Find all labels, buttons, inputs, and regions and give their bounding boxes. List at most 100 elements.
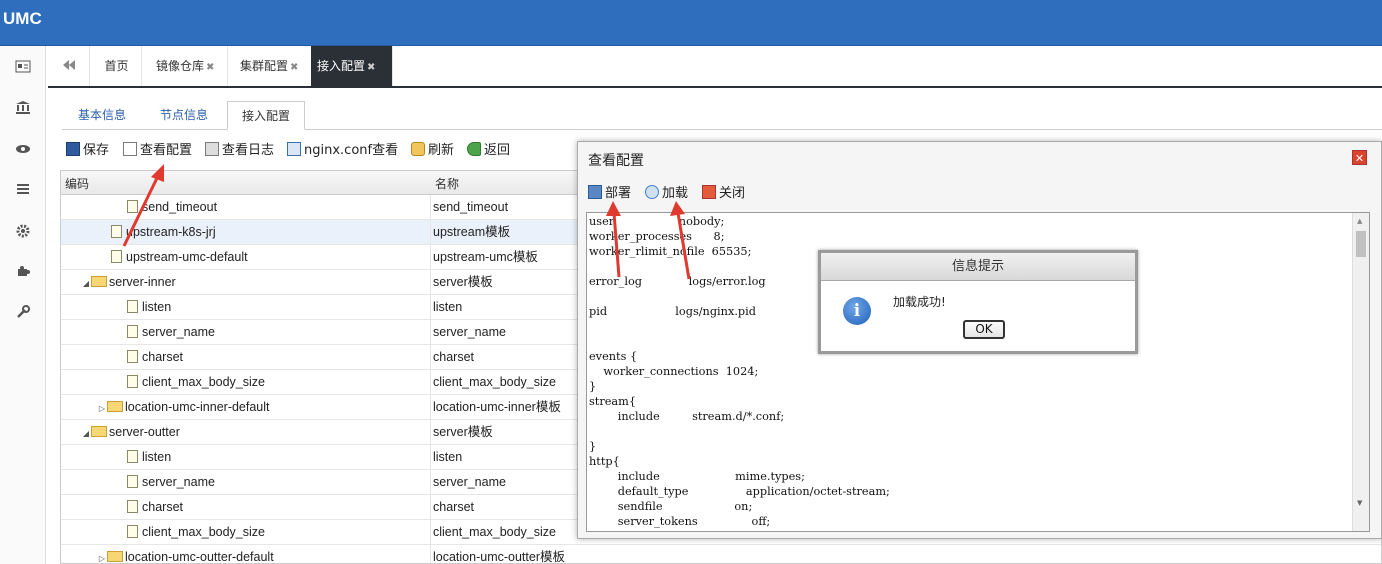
close-label: 关闭: [719, 186, 746, 201]
back-button[interactable]: 返回: [467, 140, 510, 162]
table-row[interactable]: ▷ location-umc-outter-default location-umc…: [61, 545, 1381, 564]
view-log-label: 查看日志: [222, 143, 275, 158]
gear-icon[interactable]: [14, 224, 32, 242]
code-cell: client_max_body_size: [61, 520, 431, 544]
file-icon: [127, 375, 138, 388]
code-cell: listen: [61, 295, 431, 319]
code-cell: ▷ location-umc-outter-default: [61, 545, 431, 564]
code-text: upstream-umc-default: [126, 250, 248, 264]
tab-cluster-config[interactable]: 集群配置 ✖: [234, 46, 312, 86]
name-cell: charset: [433, 500, 474, 514]
column-header-code: 编码: [65, 177, 90, 191]
tab-home[interactable]: 首页: [92, 46, 142, 86]
deploy-button[interactable]: 部署: [588, 184, 631, 204]
file-icon: [127, 450, 138, 463]
code-text: location-umc-inner-default: [125, 400, 270, 414]
subtab-access-config[interactable]: 接入配置: [227, 101, 305, 130]
app-logo: UMC: [3, 9, 42, 28]
file-icon: [127, 475, 138, 488]
log-icon: [205, 142, 219, 156]
refresh-button[interactable]: 刷新: [411, 140, 454, 162]
eye-icon[interactable]: [14, 141, 32, 159]
tab-bar: 首页 镜像仓库 ✖ 集群配置 ✖ 接入配置 ✖: [48, 46, 1382, 88]
close-icon[interactable]: ✖: [206, 62, 214, 73]
file-icon: [127, 525, 138, 538]
code-text: charset: [142, 350, 183, 364]
code-text: upstream-k8s-jrj: [126, 225, 216, 239]
list-icon[interactable]: [14, 182, 32, 200]
name-cell: server_name: [433, 475, 506, 489]
tab-label: 首页: [104, 59, 129, 73]
name-cell: server模板: [433, 425, 493, 439]
deploy-label: 部署: [605, 186, 632, 201]
code-text: server_name: [142, 475, 215, 489]
ok-button[interactable]: OK: [963, 320, 1005, 339]
code-cell: send_timeout: [61, 195, 431, 219]
subtab-node-info[interactable]: 节点信息: [148, 101, 220, 130]
scroll-down-icon[interactable]: ▼: [1357, 499, 1362, 507]
name-cell: listen: [433, 450, 463, 464]
nginx-conf-view-button[interactable]: nginx.conf查看: [287, 140, 398, 162]
code-text: server-outter: [109, 425, 180, 439]
code-text: server-inner: [109, 275, 176, 289]
code-cell: charset: [61, 345, 431, 369]
code-cell: listen: [61, 445, 431, 469]
name-cell: charset: [433, 350, 474, 364]
view-config-button[interactable]: 查看配置: [123, 140, 192, 162]
nginx-conf-label: nginx.conf查看: [304, 143, 399, 158]
code-text: listen: [142, 450, 172, 464]
subtab-basic-info[interactable]: 基本信息: [66, 101, 138, 130]
id-card-icon[interactable]: [14, 60, 32, 78]
name-cell: client_max_body_size: [433, 375, 556, 389]
name-cell: location-umc-inner模板: [433, 400, 561, 414]
left-nav: [0, 46, 46, 564]
expand-right-icon[interactable]: ▷: [97, 397, 107, 421]
file-icon: [127, 200, 138, 213]
code-cell: server_name: [61, 470, 431, 494]
close-icon[interactable]: ✖: [290, 62, 298, 73]
wrench-icon[interactable]: [14, 305, 32, 323]
folder-icon: [91, 426, 107, 437]
code-cell: server_name: [61, 320, 431, 344]
code-text: location-umc-outter-default: [125, 550, 274, 564]
column-header-name: 名称: [435, 177, 460, 191]
deploy-icon: [588, 185, 602, 199]
code-cell: ◢ server-outter: [61, 420, 431, 444]
expand-right-icon[interactable]: ▷: [97, 547, 107, 563]
double-left-chevron-icon[interactable]: [48, 46, 90, 86]
close-icon[interactable]: ✖: [367, 62, 375, 73]
tab-label: 接入配置: [317, 59, 366, 73]
sub-tabs: 基本信息 节点信息 接入配置: [62, 95, 1382, 130]
file-icon: [127, 500, 138, 513]
code-text: listen: [142, 300, 172, 314]
expand-down-icon[interactable]: ◢: [81, 272, 91, 296]
load-icon: [645, 185, 659, 199]
code-text: client_max_body_size: [142, 525, 265, 539]
scrollbar[interactable]: ▲ ▼: [1352, 213, 1369, 531]
close-button[interactable]: 关闭: [702, 184, 745, 204]
puzzle-icon[interactable]: [14, 264, 32, 282]
scroll-up-icon[interactable]: ▲: [1357, 217, 1362, 225]
name-cell: send_timeout: [433, 200, 509, 214]
code-text: server_name: [142, 325, 215, 339]
name-cell: location-umc-outter模板: [433, 550, 565, 564]
code-cell: ◢ server-inner: [61, 270, 431, 294]
folder-icon: [107, 551, 123, 562]
bank-icon[interactable]: [14, 100, 32, 118]
expand-down-icon[interactable]: ◢: [81, 422, 91, 446]
tab-image-repo[interactable]: 镜像仓库 ✖: [150, 46, 228, 86]
view-log-button[interactable]: 查看日志: [205, 140, 274, 162]
scrollbar-thumb[interactable]: [1356, 231, 1366, 257]
save-button[interactable]: 保存: [66, 140, 109, 162]
tab-access-config[interactable]: 接入配置 ✖: [311, 46, 393, 86]
floppy-disk-icon: [66, 142, 80, 156]
file-icon: [127, 350, 138, 363]
name-cell: server模板: [433, 275, 493, 289]
tab-label: 集群配置: [240, 59, 289, 73]
load-button[interactable]: 加载: [645, 184, 688, 204]
info-icon: i: [843, 297, 871, 325]
close-icon[interactable]: ✕: [1352, 150, 1367, 165]
code-text: client_max_body_size: [142, 375, 265, 389]
refresh-label: 刷新: [428, 143, 455, 158]
file-icon: [127, 300, 138, 313]
